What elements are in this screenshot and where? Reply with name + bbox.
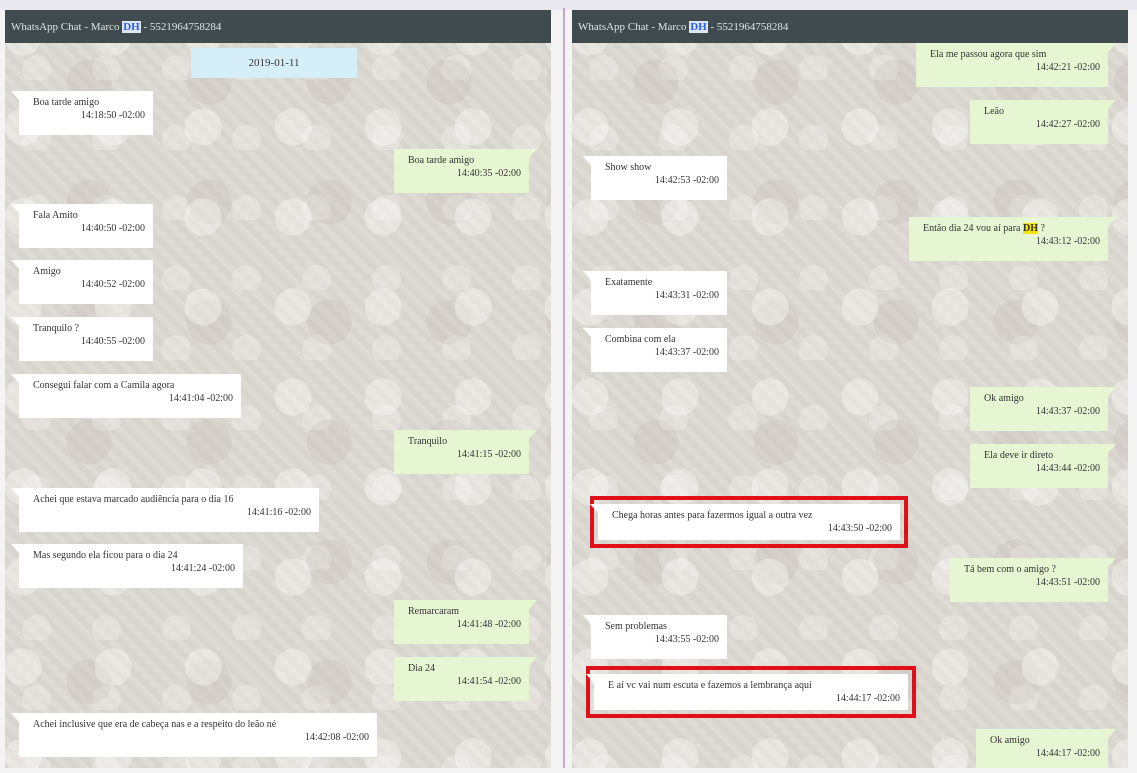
message-timestamp: 14:41:04 -02:00: [168, 393, 233, 404]
header-phone: - 5521964758284: [707, 21, 789, 33]
message-incoming: Show show 14:42:53 -02:00: [583, 156, 727, 200]
message-timestamp: 14:44:17 -02:00: [835, 693, 900, 704]
message-text-part: ?: [1037, 223, 1045, 234]
message-text: Combina com ela: [605, 334, 676, 345]
message-timestamp: 14:43:31 -02:00: [654, 290, 719, 301]
message-text: Ok amigo: [984, 393, 1024, 404]
message-timestamp: 14:40:52 -02:00: [80, 279, 145, 290]
message-incoming-highlighted: Chega horas antes para fazermos igual a …: [590, 496, 908, 548]
message-outgoing: Tranquilo 14:41:15 -02:00: [394, 430, 537, 474]
message-outgoing: Boa tarde amigo 14:40:35 -02:00: [394, 149, 537, 193]
message-incoming: Exatamente 14:43:31 -02:00: [583, 271, 727, 315]
message-outgoing: Ok amigo 14:44:17 -02:00: [976, 729, 1116, 768]
date-badge: 2019-01-11: [191, 48, 357, 78]
message-incoming: Boa tarde amigo 14:18:50 -02:00: [11, 91, 153, 135]
message-timestamp: 14:40:50 -02:00: [80, 223, 145, 234]
message-incoming: Mas segundo ela ficou para o dia 24 14:4…: [11, 544, 243, 588]
message-timestamp: 14:43:44 -02:00: [1035, 463, 1100, 474]
header-highlight: DH: [689, 21, 708, 33]
chat-panel-right[interactable]: WhatsApp Chat - Marco DH - 5521964758284…: [572, 10, 1128, 768]
message-text: Ela deve ir direto: [984, 450, 1054, 461]
message-text: Sem problemas: [605, 621, 667, 632]
message-text: Achei inclusive que era de cabeça nas e …: [33, 719, 277, 730]
message-timestamp: 14:41:54 -02:00: [456, 676, 521, 687]
message-text: Então dia 24 vou aí para DH ?: [923, 222, 1100, 235]
message-timestamp: 14:43:51 -02:00: [1035, 577, 1100, 588]
message-incoming: Combina com ela 14:43:37 -02:00: [583, 328, 727, 372]
message-incoming: Tranquilo ? 14:40:55 -02:00: [11, 317, 153, 361]
message-text: Consegui falar com a Camila agora: [33, 380, 175, 391]
message-text: Ela me passou agora que sim: [930, 49, 1047, 60]
message-text: Fala Amito: [33, 210, 78, 221]
message-incoming: Sem problemas 14:43:55 -02:00: [583, 615, 727, 659]
header-highlight: DH: [122, 21, 141, 33]
message-timestamp: 14:41:15 -02:00: [456, 449, 521, 460]
header-phone: - 5521964758284: [140, 21, 222, 33]
message-text-highlight: DH: [1022, 223, 1038, 234]
message-text: Remarcaram: [408, 606, 460, 617]
message-incoming: Fala Amito 14:40:50 -02:00: [11, 204, 153, 248]
message-timestamp: 14:42:27 -02:00: [1035, 119, 1100, 130]
message-text: Tranquilo: [408, 436, 448, 447]
message-text: Mas segundo ela ficou para o dia 24: [33, 550, 178, 561]
message-timestamp: 14:41:48 -02:00: [456, 619, 521, 630]
message-text: Chega horas antes para fazermos igual a …: [612, 510, 813, 521]
message-timestamp: 14:43:50 -02:00: [827, 523, 892, 534]
message-timestamp: 14:41:16 -02:00: [246, 507, 311, 518]
message-timestamp: 14:42:53 -02:00: [654, 175, 719, 186]
message-timestamp: 14:42:21 -02:00: [1035, 62, 1100, 73]
top-strip: [0, 0, 1137, 10]
header-title: WhatsApp Chat - Marco: [11, 21, 123, 33]
message-timestamp: 14:43:37 -02:00: [654, 347, 719, 358]
chat-header: WhatsApp Chat - Marco DH - 5521964758284: [5, 10, 551, 43]
header-title: WhatsApp Chat - Marco: [578, 21, 690, 33]
message-outgoing: Ok amigo 14:43:37 -02:00: [970, 387, 1116, 431]
message-incoming: Achei que estava marcado audiência para …: [11, 488, 319, 532]
message-text: Boa tarde amigo: [408, 155, 475, 166]
message-incoming: Amigo 14:40:52 -02:00: [11, 260, 153, 304]
message-outgoing: Ela deve ir direto 14:43:44 -02:00: [970, 444, 1116, 488]
message-timestamp: 14:43:12 -02:00: [1035, 236, 1100, 247]
message-text-part: Então dia 24 vou aí para: [923, 223, 1023, 234]
message-timestamp: 14:43:55 -02:00: [654, 634, 719, 645]
message-text: Amigo: [33, 266, 61, 277]
message-incoming: Consegui falar com a Camila agora 14:41:…: [11, 374, 241, 418]
message-timestamp: 14:41:24 -02:00: [170, 563, 235, 574]
message-text: E aí vc vai num escuta e fazemos a lembr…: [608, 680, 812, 691]
message-timestamp: 14:40:35 -02:00: [456, 168, 521, 179]
message-text: Exatamente: [605, 277, 653, 288]
message-outgoing: Dia 24 14:41:54 -02:00: [394, 657, 537, 701]
message-outgoing: Remarcaram 14:41:48 -02:00: [394, 600, 537, 644]
message-outgoing: Ela me passou agora que sim 14:42:21 -02…: [916, 43, 1116, 87]
message-text: Leão: [984, 106, 1004, 117]
message-outgoing: Leão 14:42:27 -02:00: [970, 100, 1116, 144]
message-timestamp: 14:40:55 -02:00: [80, 336, 145, 347]
panel-divider: [563, 8, 565, 768]
message-incoming: Achei inclusive que era de cabeça nas e …: [11, 713, 377, 757]
message-text: Dia 24: [408, 663, 435, 674]
message-text: Boa tarde amigo: [33, 97, 100, 108]
message-outgoing: Então dia 24 vou aí para DH ? 14:43:12 -…: [909, 217, 1116, 261]
message-timestamp: 14:18:50 -02:00: [80, 110, 145, 121]
message-timestamp: 14:42:08 -02:00: [304, 732, 369, 743]
message-text: Tranquilo ?: [33, 323, 80, 334]
chat-header: WhatsApp Chat - Marco DH - 5521964758284: [572, 10, 1128, 43]
message-outgoing: Tá bem com o amigo ? 14:43:51 -02:00: [950, 558, 1116, 602]
message-text: Ok amigo: [990, 735, 1030, 746]
message-text: Show show: [605, 162, 652, 173]
message-timestamp: 14:44:17 -02:00: [1035, 748, 1100, 759]
message-text: Tá bem com o amigo ?: [964, 564, 1056, 575]
message-timestamp: 14:43:37 -02:00: [1035, 406, 1100, 417]
message-text: Achei que estava marcado audiência para …: [33, 494, 234, 505]
message-incoming-highlighted: E aí vc vai num escuta e fazemos a lembr…: [586, 666, 916, 718]
chat-panel-left[interactable]: WhatsApp Chat - Marco DH - 5521964758284…: [5, 10, 551, 768]
